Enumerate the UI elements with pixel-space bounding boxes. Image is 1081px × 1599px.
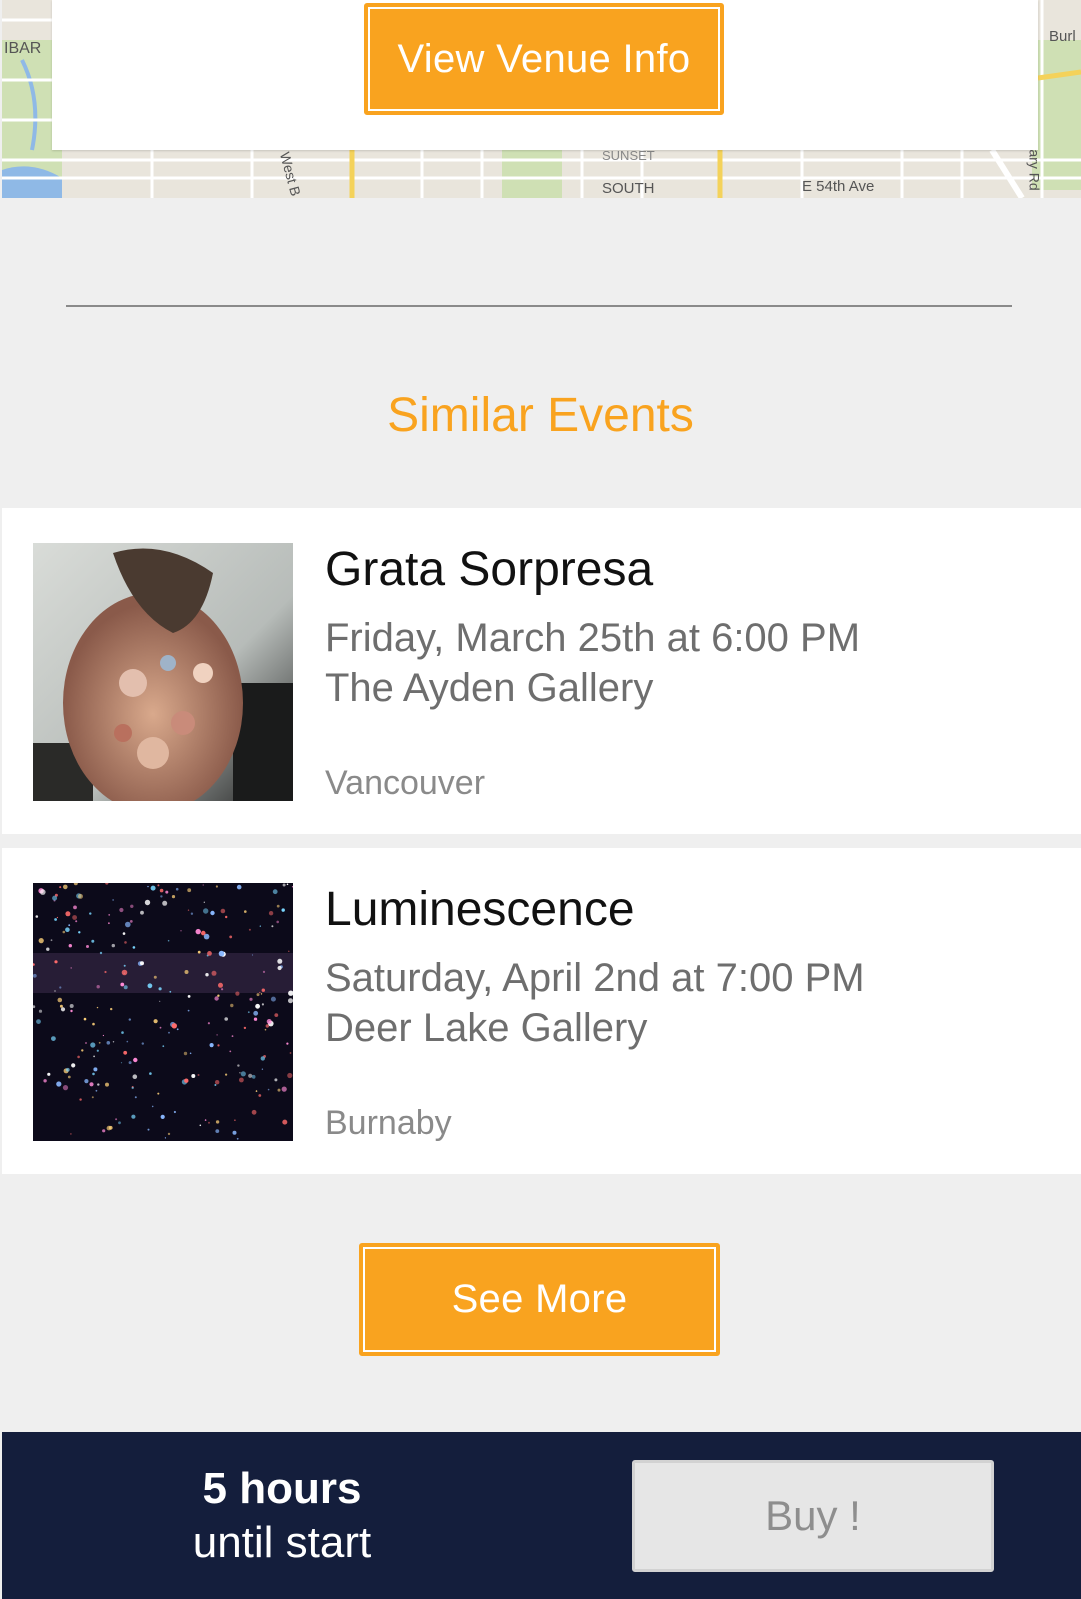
event-thumbnail-lights[interactable] xyxy=(33,883,293,1141)
countdown-value: 5 hours xyxy=(202,1464,362,1513)
map-label-south: SOUTH xyxy=(602,180,655,197)
event-city: Burnaby xyxy=(325,1104,452,1142)
event-title[interactable]: Luminescence xyxy=(325,882,635,937)
map-label-ary-rd: ary Rd xyxy=(1026,149,1043,191)
map-label-sunset: SUNSET xyxy=(602,148,655,163)
event-card[interactable]: Luminescence Saturday, April 2nd at 7:00… xyxy=(2,848,1081,1174)
event-venue: The Ayden Gallery xyxy=(325,666,654,710)
buy-button[interactable]: Buy ! xyxy=(632,1460,994,1572)
countdown: 5 hours until start xyxy=(92,1464,472,1568)
event-venue: Deer Lake Gallery xyxy=(325,1006,648,1050)
view-venue-info-button[interactable]: View Venue Info xyxy=(364,3,724,115)
event-thumbnail-painting[interactable] xyxy=(33,543,293,801)
see-more-button[interactable]: See More xyxy=(359,1243,720,1356)
event-title[interactable]: Grata Sorpresa xyxy=(325,542,653,597)
event-city: Vancouver xyxy=(325,764,486,802)
event-date: Saturday, April 2nd at 7:00 PM xyxy=(325,956,865,1000)
event-date: Friday, March 25th at 6:00 PM xyxy=(325,616,861,660)
map-label-ibar: IBAR xyxy=(4,40,42,57)
map-label-burl: Burl xyxy=(1049,28,1076,45)
countdown-suffix: until start xyxy=(192,1518,372,1567)
section-divider xyxy=(66,305,1012,307)
purchase-footer: 5 hours until start Buy ! xyxy=(2,1432,1081,1599)
similar-events-title: Similar Events xyxy=(387,389,694,442)
event-card[interactable]: Grata Sorpresa Friday, March 25th at 6:0… xyxy=(2,508,1081,834)
map-label-e54th: E 54th Ave xyxy=(802,178,875,195)
